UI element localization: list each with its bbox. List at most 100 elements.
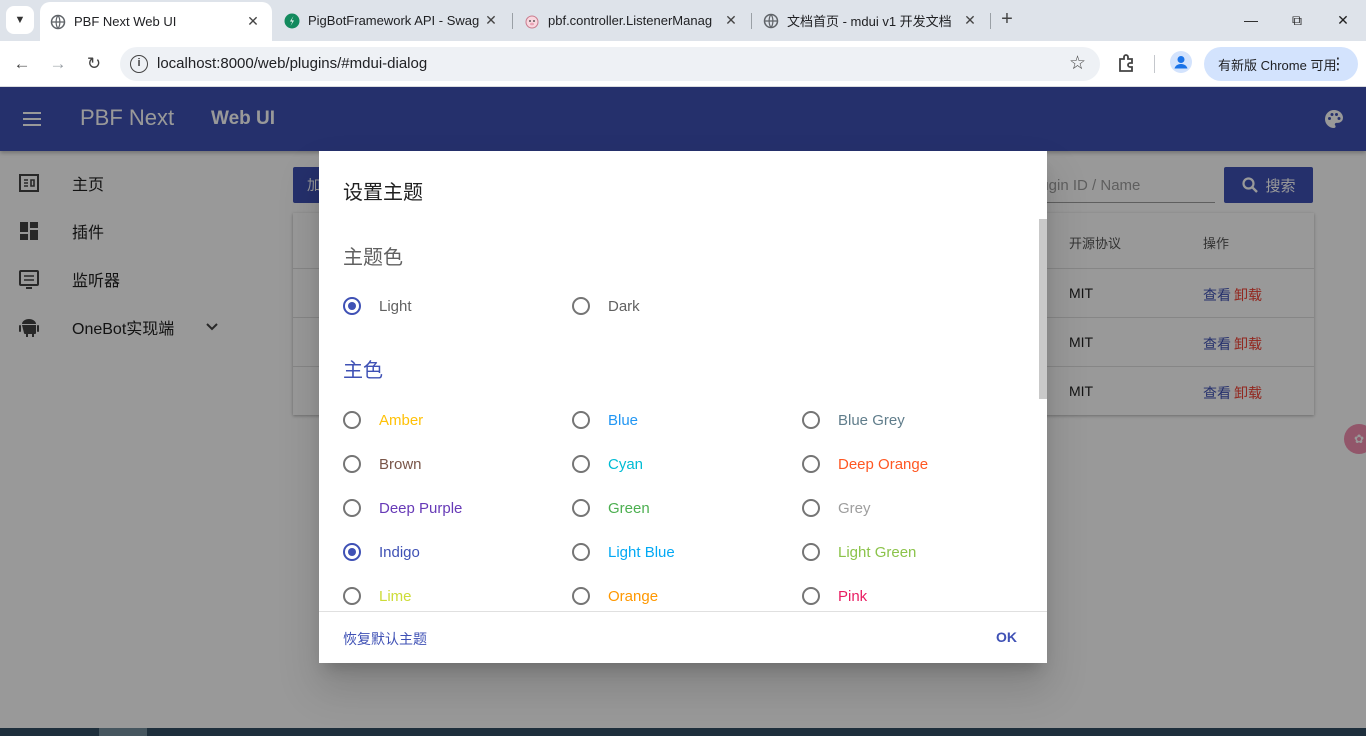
new-tab-plus-icon[interactable]: + (996, 8, 1018, 30)
radio-unchecked-icon[interactable] (802, 587, 820, 605)
address-bar[interactable]: i localhost:8000/web/plugins/#mdui-dialo… (120, 47, 1100, 81)
radio-unchecked-icon[interactable] (572, 297, 590, 315)
radio-unchecked-icon[interactable] (343, 455, 361, 473)
web-page: PBF Next Web UI 主页 插件 监听器 OneBot实现端 加 Pl… (0, 87, 1366, 736)
option-label: Deep Orange (838, 455, 929, 473)
primary-option-deep-orange[interactable]: Deep Orange (778, 453, 928, 475)
browser-tabstrip: ▼ PBF Next Web UI ✕ PigBotFramework API … (0, 0, 1366, 41)
profile-avatar-icon[interactable] (1170, 51, 1192, 73)
option-label: Cyan (608, 455, 644, 473)
swagger-icon (284, 13, 300, 29)
tab-separator (512, 13, 513, 29)
pig-icon (524, 13, 540, 29)
primary-option-blue[interactable]: Blue (548, 409, 638, 431)
update-label: 有新版 Chrome 可用 (1218, 57, 1337, 73)
browser-tab-listener[interactable]: pbf.controller.ListenerManag ✕ (514, 2, 750, 39)
taskbar-item[interactable] (99, 728, 147, 736)
primary-option-light-green[interactable]: Light Green (778, 541, 916, 563)
radio-checked-icon[interactable] (343, 297, 361, 315)
radio-unchecked-icon[interactable] (802, 543, 820, 561)
tab-separator (990, 13, 991, 29)
globe-icon (50, 14, 66, 30)
tab-title: 文档首页 - mdui v1 开发文档 (787, 14, 952, 29)
radio-unchecked-icon[interactable] (343, 411, 361, 429)
option-label: Blue (608, 411, 639, 429)
tab-search-button[interactable]: ▼ (6, 6, 34, 34)
option-label: Light (379, 297, 412, 315)
radio-unchecked-icon[interactable] (802, 411, 820, 429)
close-icon[interactable]: ✕ (480, 12, 502, 29)
browser-tab-pbf[interactable]: PBF Next Web UI ✕ (40, 2, 272, 41)
option-label: Deep Purple (379, 499, 463, 517)
browser-tab-swagger[interactable]: PigBotFramework API - Swag ✕ (274, 2, 510, 39)
option-label: Green (608, 499, 650, 517)
site-info-icon[interactable]: i (130, 55, 148, 73)
minimize-icon[interactable]: — (1239, 8, 1263, 32)
radio-unchecked-icon[interactable] (572, 499, 590, 517)
forward-arrow-icon[interactable]: → (44, 50, 72, 78)
primary-option-grey[interactable]: Grey (778, 497, 871, 519)
option-label: Indigo (379, 543, 420, 561)
more-vert-icon[interactable]: ⋮ (1330, 54, 1346, 74)
url-text[interactable]: localhost:8000/web/plugins/#mdui-dialog (157, 55, 427, 72)
restore-icon[interactable]: ⧉ (1285, 8, 1309, 32)
option-label: Brown (379, 455, 422, 473)
option-label: Light Blue (608, 543, 675, 561)
primary-option-deep-purple[interactable]: Deep Purple (319, 497, 462, 519)
theme-dialog: 设置主题 主题色 Light Dark 主色 Amber Blue Blue Grey… (319, 151, 1047, 663)
radio-checked-icon[interactable] (343, 543, 361, 561)
close-icon[interactable]: ✕ (959, 12, 981, 29)
theme-option-dark[interactable]: Dark (548, 295, 640, 317)
option-label: Blue Grey (838, 411, 905, 429)
tab-separator (751, 13, 752, 29)
browser-toolbar: ← → ↻ i localhost:8000/web/plugins/#mdui… (0, 41, 1366, 87)
primary-option-blue-grey[interactable]: Blue Grey (778, 409, 905, 431)
primary-section-title: 主色 (343, 360, 383, 382)
chevron-down-icon: ▼ (14, 14, 26, 26)
primary-option-indigo[interactable]: Indigo (319, 541, 420, 563)
primary-option-amber[interactable]: Amber (319, 409, 423, 431)
option-label: Amber (379, 411, 424, 429)
window-close-icon[interactable]: ✕ (1331, 8, 1355, 32)
reset-theme-button[interactable]: 恢复默认主题 (343, 629, 427, 649)
primary-option-orange[interactable]: Orange (548, 585, 658, 607)
back-arrow-icon[interactable]: ← (8, 50, 36, 78)
radio-unchecked-icon[interactable] (343, 499, 361, 517)
primary-option-cyan[interactable]: Cyan (548, 453, 643, 475)
option-label: Grey (838, 499, 871, 517)
primary-option-green[interactable]: Green (548, 497, 650, 519)
primary-option-brown[interactable]: Brown (319, 453, 422, 475)
toolbar-separator (1154, 55, 1155, 73)
reload-icon[interactable]: ↻ (80, 50, 108, 78)
dialog-actions: 恢复默认主题 OK (319, 611, 1047, 663)
theme-section-title: 主题色 (343, 247, 403, 269)
radio-unchecked-icon[interactable] (343, 587, 361, 605)
dialog-content: 主题色 Light Dark 主色 Amber Blue Blue Grey Brown… (319, 219, 1047, 611)
option-label: Orange (608, 587, 659, 605)
os-taskbar (0, 728, 1366, 736)
chrome-update-button[interactable]: 有新版 Chrome 可用 ⋮ (1204, 47, 1358, 81)
primary-option-lime[interactable]: Lime (319, 585, 412, 607)
bookmark-star-icon[interactable]: ☆ (1069, 52, 1086, 75)
dialog-title: 设置主题 (343, 182, 423, 204)
radio-unchecked-icon[interactable] (572, 543, 590, 561)
radio-unchecked-icon[interactable] (572, 455, 590, 473)
close-icon[interactable]: ✕ (720, 12, 742, 29)
radio-unchecked-icon[interactable] (802, 499, 820, 517)
theme-option-light[interactable]: Light (319, 295, 412, 317)
option-label: Dark (608, 297, 640, 315)
radio-unchecked-icon[interactable] (802, 455, 820, 473)
radio-unchecked-icon[interactable] (572, 587, 590, 605)
globe-icon (763, 13, 779, 29)
tab-title: PBF Next Web UI (74, 14, 177, 29)
radio-unchecked-icon[interactable] (572, 411, 590, 429)
extensions-puzzle-icon[interactable] (1116, 52, 1138, 74)
browser-tab-mdui-docs[interactable]: 文档首页 - mdui v1 开发文档 ✕ (753, 2, 989, 39)
primary-option-light-blue[interactable]: Light Blue (548, 541, 675, 563)
dialog-scrollbar[interactable] (1039, 219, 1047, 399)
primary-option-pink[interactable]: Pink (778, 585, 867, 607)
close-icon[interactable]: ✕ (242, 13, 264, 30)
option-label: Lime (379, 587, 412, 605)
ok-button[interactable]: OK (996, 629, 1017, 645)
tab-title: pbf.controller.ListenerManag (548, 13, 713, 28)
